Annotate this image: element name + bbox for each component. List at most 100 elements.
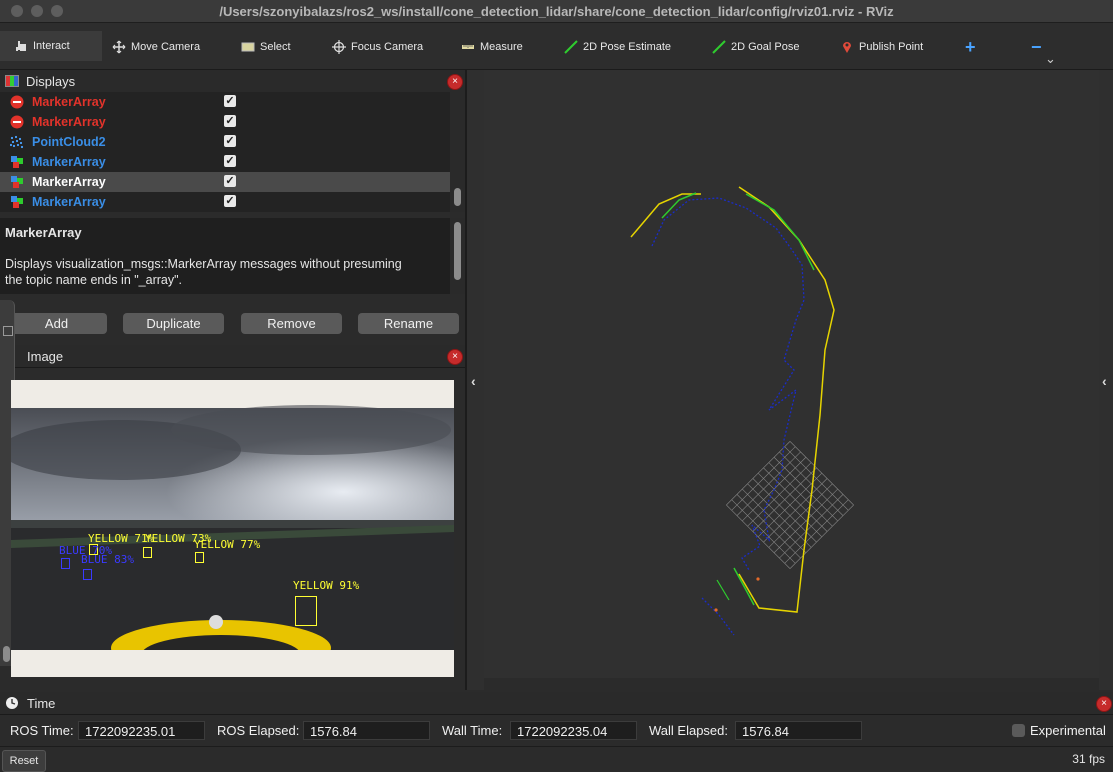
move-arrows-icon: [112, 40, 126, 54]
close-image-panel-button[interactable]: ×: [447, 349, 463, 365]
select-box-icon: [241, 42, 255, 52]
display-enabled-checkbox[interactable]: ✓: [224, 155, 236, 167]
select-tool-button[interactable]: Select: [241, 39, 291, 55]
detection-box: [143, 547, 152, 558]
left-collapse-strip[interactable]: ‹: [467, 70, 484, 690]
detection-box: [295, 596, 317, 626]
wall-time-field[interactable]: 1722092235.04: [510, 721, 637, 740]
measure-tool-button[interactable]: Measure: [461, 39, 523, 55]
clock-icon: [6, 697, 18, 709]
green-arrow-icon: [712, 40, 726, 54]
goal-pose-tool-button[interactable]: 2D Goal Pose: [712, 39, 799, 55]
experimental-label: Experimental: [1030, 723, 1106, 738]
display-row-label: MarkerArray: [32, 155, 106, 169]
ros-time-field[interactable]: 1722092235.01: [78, 721, 205, 740]
green-path-bottom: [733, 567, 755, 606]
collapse-left-icon[interactable]: ‹: [471, 373, 476, 389]
collapse-right-icon[interactable]: ‹: [1102, 373, 1107, 389]
interact-label: Interact: [33, 40, 70, 52]
window-title: /Users/szonyibalazs/ros2_ws/install/cone…: [219, 4, 894, 19]
detection-box: [61, 558, 70, 569]
dock-scroll-thumb[interactable]: [3, 646, 10, 662]
close-displays-panel-button[interactable]: ×: [447, 74, 463, 90]
displays-icon: [5, 75, 19, 87]
marker-icon: [10, 155, 24, 169]
error-icon: [10, 115, 24, 129]
pointcloud-icon: [9, 135, 24, 149]
publish-point-tool-button[interactable]: Publish Point: [840, 39, 923, 55]
add-tool-button[interactable]: +: [965, 37, 976, 57]
status-bar: Reset 31 fps: [0, 746, 1113, 772]
add-display-button[interactable]: Add: [6, 313, 107, 334]
remove-tool-button[interactable]: −: [1031, 37, 1042, 57]
detection-box: [195, 552, 204, 563]
display-row[interactable]: MarkerArray ✓: [0, 152, 450, 172]
display-enabled-checkbox[interactable]: ✓: [224, 135, 236, 147]
display-row-label: MarkerArray: [32, 195, 106, 209]
green-path-right: [745, 193, 815, 271]
detection-label: BLUE 83%: [81, 553, 134, 566]
display-row[interactable]: MarkerArray ✓: [0, 112, 450, 132]
pose-estimate-tool-button[interactable]: 2D Pose Estimate: [564, 39, 671, 55]
description-scrollbar-thumb[interactable]: [454, 222, 461, 280]
display-row[interactable]: MarkerArray ✓: [0, 172, 450, 192]
rename-display-button[interactable]: Rename: [358, 313, 459, 334]
green-arrow-icon: [564, 40, 578, 54]
render-viewport[interactable]: [484, 70, 1099, 678]
remove-display-button[interactable]: Remove: [241, 313, 342, 334]
close-time-panel-button[interactable]: ×: [1096, 696, 1112, 712]
detection-label: YELLOW 77%: [194, 538, 261, 551]
experimental-checkbox[interactable]: [1012, 724, 1025, 737]
publish-point-label: Publish Point: [859, 41, 924, 53]
pose-estimate-label: 2D Pose Estimate: [583, 41, 672, 53]
display-enabled-checkbox[interactable]: ✓: [224, 175, 236, 187]
measure-label: Measure: [480, 41, 523, 53]
displays-title: Displays: [26, 73, 76, 89]
right-collapse-strip[interactable]: ‹: [1099, 70, 1113, 690]
map-pin-icon: [843, 42, 851, 53]
display-row-label: MarkerArray: [32, 95, 106, 109]
display-enabled-checkbox[interactable]: ✓: [224, 195, 236, 207]
goal-pose-label: 2D Goal Pose: [731, 41, 800, 53]
display-row[interactable]: MarkerArray ✓: [0, 92, 450, 112]
ros-elapsed-label: ROS Elapsed:: [217, 723, 300, 738]
display-row[interactable]: MarkerArray ✓: [0, 192, 450, 212]
time-panel-header: Time ×: [0, 692, 1113, 715]
focus-camera-tool-button[interactable]: Focus Camera: [332, 39, 423, 55]
ros-elapsed-field[interactable]: 1576.84: [303, 721, 430, 740]
display-row-label: MarkerArray: [32, 115, 106, 129]
move-camera-tool-button[interactable]: Move Camera: [112, 39, 200, 55]
title-bar: /Users/szonyibalazs/ros2_ws/install/cone…: [0, 0, 1113, 23]
displays-scrollbar[interactable]: [450, 92, 466, 212]
display-enabled-checkbox[interactable]: ✓: [224, 95, 236, 107]
displays-scrollbar-thumb[interactable]: [454, 188, 461, 206]
select-label: Select: [260, 41, 291, 53]
marker-icon: [10, 175, 24, 189]
display-row[interactable]: PointCloud2 ✓: [0, 132, 450, 152]
description-scrollbar[interactable]: [450, 218, 466, 294]
ros-time-label: ROS Time:: [10, 723, 74, 738]
crosshair-icon: [332, 40, 346, 54]
duplicate-display-button[interactable]: Duplicate: [123, 313, 224, 334]
camera-frame: [1, 405, 454, 677]
display-enabled-checkbox[interactable]: ✓: [224, 115, 236, 127]
display-description: MarkerArray Displays visualization_msgs:…: [0, 218, 450, 294]
description-line-2: the topic name ends in "_array".: [5, 273, 183, 287]
reset-button[interactable]: Reset: [2, 750, 46, 772]
blue-boundary-lower: [701, 597, 735, 636]
wall-elapsed-field[interactable]: 1576.84: [735, 721, 862, 740]
green-path-bottom2: [716, 579, 730, 601]
wall-elapsed-label: Wall Elapsed:: [649, 723, 728, 738]
marker-icon: [10, 195, 24, 209]
scene-3d: [630, 186, 854, 636]
yellow-boundary-right: [738, 186, 835, 613]
displays-tree: MarkerArray ✓ MarkerArray ✓ PointCloud2 ✓ Mark…: [0, 92, 450, 212]
camera-image-view: YELLOW 71% YELLOW 73% YELLOW 77% YELLOW 91%…: [1, 380, 454, 677]
detection-label: YELLOW 91%: [293, 579, 360, 592]
wall-time-label: Wall Time:: [442, 723, 503, 738]
image-panel-title: Image: [27, 348, 64, 364]
interact-tool-button[interactable]: Interact: [0, 31, 102, 61]
time-panel-title: Time: [27, 695, 56, 711]
description-line-1: Displays visualization_msgs::MarkerArray…: [5, 257, 402, 271]
toolbar-overflow-chevron[interactable]: ⌄: [1045, 51, 1056, 67]
